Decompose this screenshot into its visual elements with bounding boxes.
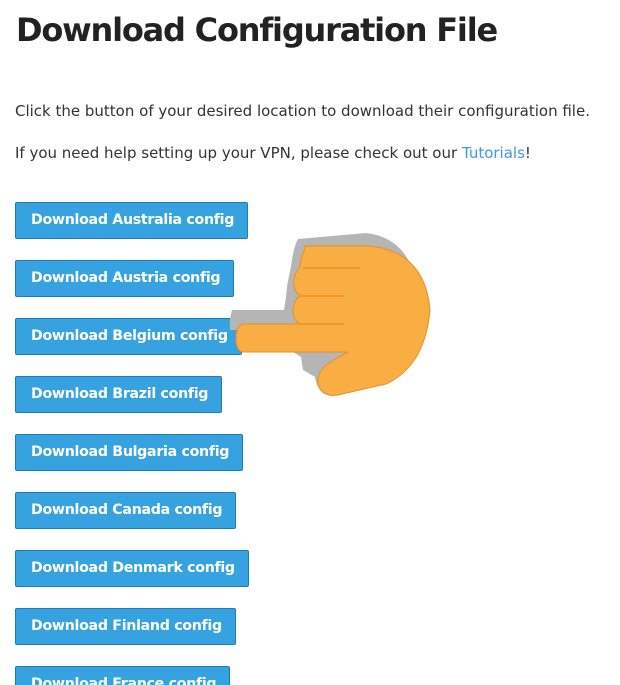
help-text-end: ! bbox=[524, 144, 531, 162]
download-australia-button[interactable]: Download Australia config bbox=[15, 202, 249, 239]
help-text-start: If you need help setting up your VPN, pl… bbox=[15, 144, 462, 162]
download-france-button[interactable]: Download France config bbox=[15, 666, 231, 685]
download-bulgaria-button[interactable]: Download Bulgaria config bbox=[15, 434, 244, 471]
page-title: Download Configuration File bbox=[16, 11, 498, 49]
download-belgium-button[interactable]: Download Belgium config bbox=[15, 318, 242, 355]
help-text: If you need help setting up your VPN, pl… bbox=[15, 143, 531, 163]
download-brazil-button[interactable]: Download Brazil config bbox=[15, 376, 223, 413]
download-finland-button[interactable]: Download Finland config bbox=[15, 608, 236, 645]
pointing-hand-body bbox=[235, 245, 431, 396]
pointing-hand-shadow bbox=[229, 233, 418, 396]
intro-text: Click the button of your desired locatio… bbox=[15, 102, 590, 120]
download-canada-button[interactable]: Download Canada config bbox=[15, 492, 237, 529]
download-denmark-button[interactable]: Download Denmark config bbox=[15, 550, 249, 587]
download-austria-button[interactable]: Download Austria config bbox=[15, 260, 235, 297]
tutorials-link[interactable]: Tutorials bbox=[462, 144, 525, 162]
